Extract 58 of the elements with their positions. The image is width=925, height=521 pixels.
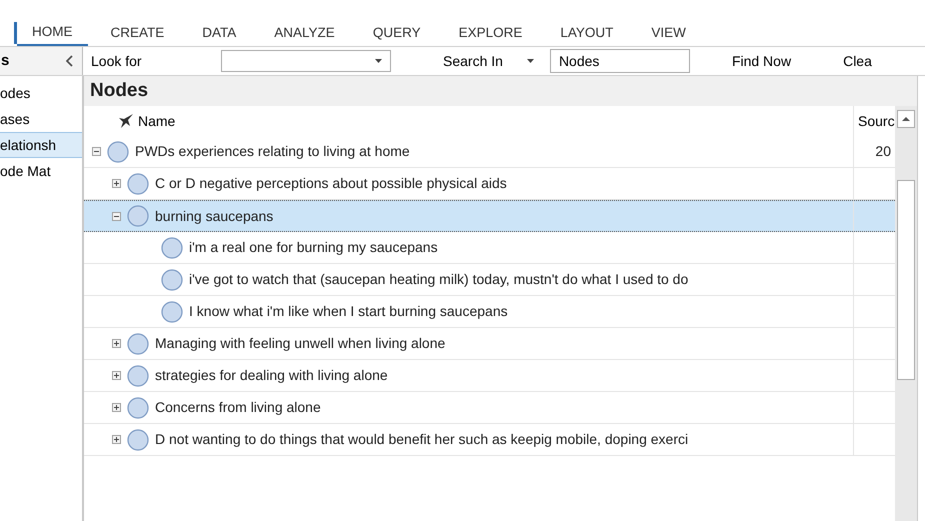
node-row[interactable]: strategies for dealing with living alone (84, 360, 895, 392)
scroll-up-icon[interactable] (902, 117, 910, 121)
node-circle-icon (127, 205, 149, 227)
expand-icon[interactable] (112, 435, 121, 444)
collapse-pane-icon[interactable] (66, 55, 74, 67)
source-count: 20 (875, 142, 891, 161)
sidebar-item[interactable]: elationsh (0, 132, 82, 158)
look-for-label: Look for (91, 52, 143, 70)
node-row[interactable]: PWDs experiences relating to living at home 20 (84, 136, 895, 168)
node-name: burning saucepans (155, 206, 274, 226)
pin-icon[interactable] (118, 113, 134, 129)
panel-title: Nodes (90, 78, 148, 103)
search-in-label: Search In (443, 52, 503, 70)
node-circle-icon (127, 332, 149, 354)
node-row[interactable]: i'm a real one for burning my saucepans (84, 232, 895, 264)
node-name: I know what i'm like when I start burning saucepans (189, 302, 508, 321)
sidebar-item[interactable]: odes (0, 80, 82, 106)
node-row[interactable]: Managing with feeling unwell when living alone (84, 328, 895, 360)
node-circle-icon (127, 364, 149, 386)
node-name: C or D negative perceptions about possible physical aids (155, 174, 507, 193)
expand-icon[interactable] (112, 371, 121, 380)
dropdown-caret-icon[interactable] (526, 59, 534, 63)
sidebar-item[interactable]: ode Mat (0, 158, 82, 184)
find-now-button[interactable]: Find Now (732, 50, 792, 72)
node-name: i'm a real one for burning my saucepans (189, 238, 438, 257)
collapse-icon[interactable] (112, 212, 121, 220)
column-header[interactable]: Name (138, 110, 176, 132)
sidebar-item[interactable]: ases (0, 106, 82, 132)
node-circle-icon (161, 300, 183, 322)
node-circle-icon (127, 172, 149, 194)
node-name: Managing with feeling unwell when living alone (155, 334, 446, 353)
node-row[interactable]: i've got to watch that (saucepan heating milk) today, mustn't do what I used to do (84, 264, 895, 296)
node-row[interactable]: C or D negative perceptions about possible physical aids (84, 168, 895, 200)
node-name: i've got to watch that (saucepan heating milk) today, mustn't do what I used to do (189, 270, 688, 289)
node-row[interactable]: D not wanting to do things that would benefit her such as keepig mobile, doping exerci (84, 424, 895, 456)
column-header[interactable]: Sourc (858, 110, 895, 132)
clear-button[interactable]: Clea (843, 50, 872, 72)
node-circle-icon (107, 140, 129, 162)
expand-icon[interactable] (112, 339, 121, 348)
node-name: PWDs experiences relating to living at home (135, 142, 410, 161)
node-row[interactable]: I know what i'm like when I start burning saucepans (84, 296, 895, 328)
expand-icon[interactable] (112, 403, 121, 412)
node-name: strategies for dealing with living alone (155, 366, 388, 385)
node-name: Concerns from living alone (155, 398, 321, 417)
node-circle-icon (161, 268, 183, 290)
node-row[interactable]: Concerns from living alone (84, 392, 895, 424)
dropdown-caret-icon (375, 59, 382, 63)
node-circle-icon (127, 396, 149, 418)
node-row[interactable]: burning saucepans (84, 200, 895, 232)
collapse-icon[interactable] (92, 147, 101, 156)
search-in-field[interactable]: Nodes (550, 49, 690, 73)
expand-icon[interactable] (112, 179, 121, 188)
sidebar-header: s (1, 50, 10, 71)
scroll-thumb[interactable] (897, 180, 915, 380)
node-circle-icon (161, 236, 183, 258)
scrollbar[interactable] (895, 106, 917, 521)
node-name: D not wanting to do things that would benefit her such as keepig mobile, doping exerci (155, 430, 688, 449)
node-circle-icon (127, 428, 149, 450)
